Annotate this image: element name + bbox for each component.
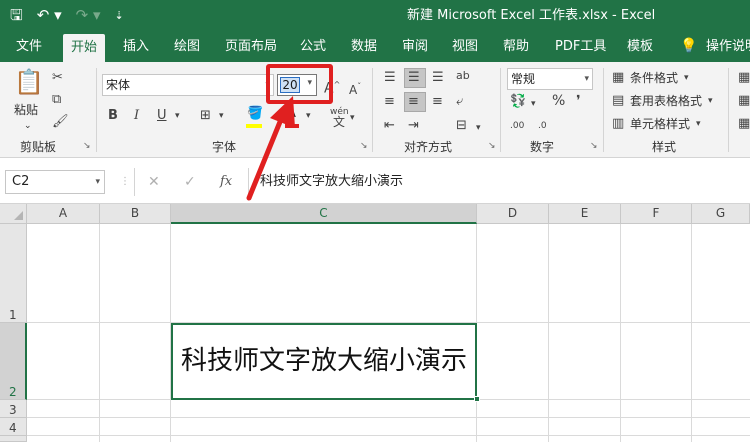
annotation-arrow (246, 96, 295, 201)
